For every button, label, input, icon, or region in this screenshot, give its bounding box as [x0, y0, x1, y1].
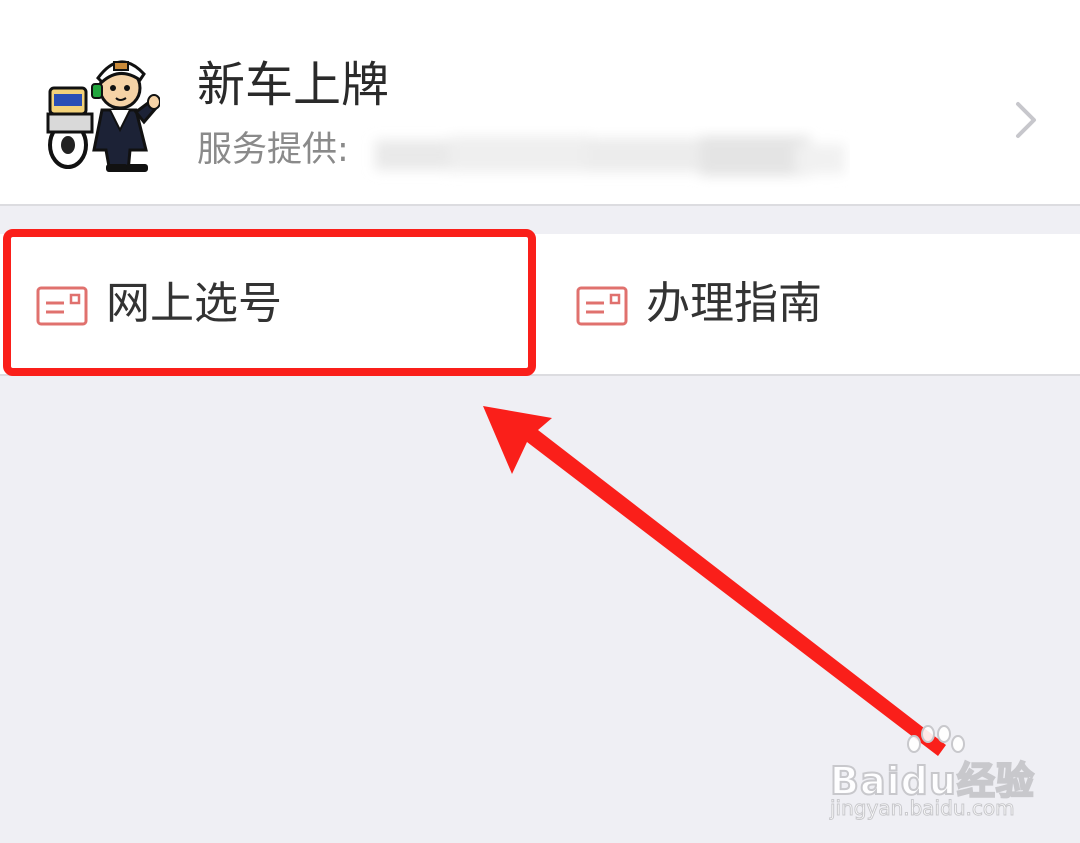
card-icon	[36, 286, 88, 326]
watermark-url: jingyan.baidu.com	[830, 796, 1016, 821]
redacted-provider-blur	[375, 136, 845, 176]
traffic-police-avatar-icon	[46, 60, 160, 172]
chevron-right-icon[interactable]	[1006, 98, 1046, 142]
service-title: 新车上牌	[197, 57, 390, 113]
service-guide-button[interactable]: 办理指南	[540, 234, 1080, 374]
service-provider-label: 服务提供:	[197, 130, 349, 170]
card-icon	[576, 286, 628, 326]
baidu-jingyan-watermark: Baidu经验 jingyan.baidu.com	[828, 722, 1038, 832]
action-bar: 网上选号 办理指南	[0, 234, 1080, 376]
online-number-selection-label: 网上选号	[106, 278, 282, 329]
service-guide-label: 办理指南	[646, 278, 822, 329]
online-number-selection-button[interactable]: 网上选号	[0, 234, 540, 374]
service-header[interactable]: 新车上牌 服务提供:	[0, 0, 1080, 206]
